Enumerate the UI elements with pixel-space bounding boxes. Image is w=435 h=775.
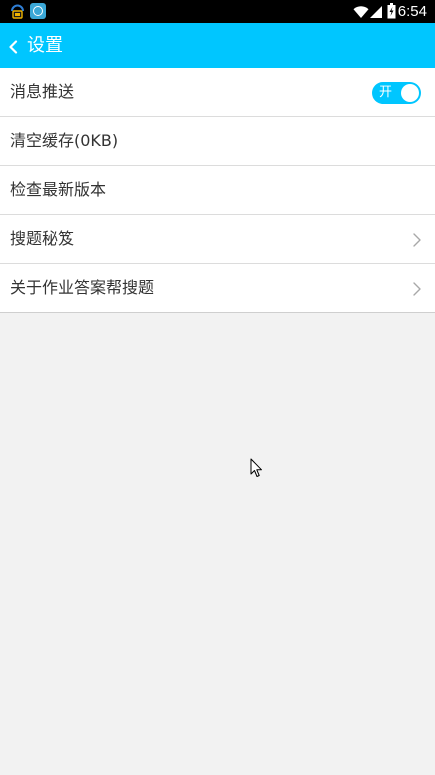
mouse-cursor-icon bbox=[250, 458, 263, 482]
battery-icon bbox=[387, 3, 396, 23]
tablet-app-icon bbox=[9, 3, 26, 20]
search-tips-row[interactable]: 搜题秘笈 bbox=[0, 215, 435, 264]
search-tips-label: 搜题秘笈 bbox=[10, 229, 75, 248]
chevron-right-icon bbox=[413, 281, 421, 300]
about-label: 关于作业答案帮搜题 bbox=[10, 278, 155, 297]
app-bar: 设置 bbox=[0, 23, 435, 68]
page-title: 设置 bbox=[27, 35, 63, 56]
chat-app-icon bbox=[30, 3, 46, 19]
status-time: 6:54 bbox=[397, 3, 427, 20]
push-notification-label: 消息推送 bbox=[10, 82, 75, 101]
push-notification-row[interactable]: 消息推送 开 bbox=[0, 68, 435, 117]
signal-icon bbox=[369, 4, 383, 23]
toggle-state-label: 开 bbox=[379, 85, 393, 100]
wifi-icon bbox=[353, 4, 369, 23]
about-row[interactable]: 关于作业答案帮搜题 bbox=[0, 264, 435, 312]
status-bar: 6:54 bbox=[0, 0, 435, 23]
settings-list: 消息推送 开 清空缓存(0KB) 检查最新版本 搜题秘笈 关于作业答案帮搜题 bbox=[0, 68, 435, 313]
check-update-row[interactable]: 检查最新版本 bbox=[0, 166, 435, 215]
toggle-knob bbox=[401, 84, 419, 102]
clear-cache-row[interactable]: 清空缓存(0KB) bbox=[0, 117, 435, 166]
check-update-label: 检查最新版本 bbox=[10, 180, 107, 199]
push-notification-toggle[interactable]: 开 bbox=[372, 82, 421, 104]
clear-cache-label: 清空缓存(0KB) bbox=[10, 131, 119, 150]
chevron-left-icon bbox=[8, 39, 18, 58]
chevron-right-icon bbox=[413, 232, 421, 251]
